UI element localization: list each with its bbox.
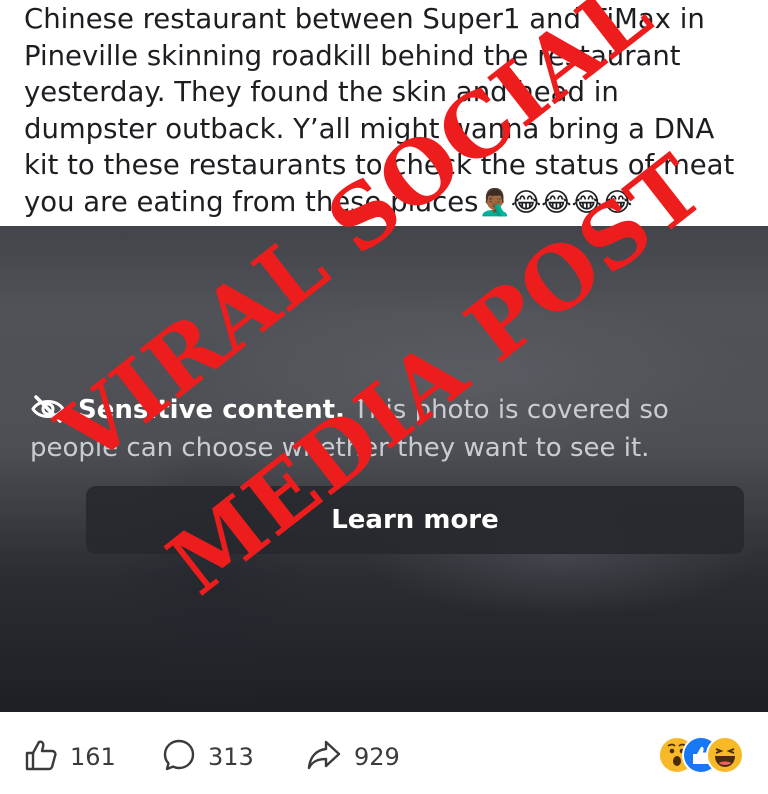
sensitive-content-notice: Sensitive content. This photo is covered… (30, 391, 750, 467)
haha-icon (706, 736, 744, 774)
eye-slash-icon (30, 394, 66, 424)
share-button[interactable]: 929 (306, 738, 400, 776)
comment-button[interactable]: 313 (162, 738, 254, 776)
comment-count: 313 (208, 743, 254, 771)
emoji-row: 🤦🏾‍♂️😂😂😂😂 (478, 187, 633, 218)
post-text: Chinese restaurant between Super1 and Tj… (24, 0, 754, 221)
learn-more-button[interactable]: Learn more (86, 486, 744, 554)
post-action-bar: 161 313 929 (0, 712, 768, 794)
share-arrow-icon (306, 738, 342, 776)
like-count: 161 (70, 743, 116, 771)
comment-icon (162, 738, 196, 776)
share-count: 929 (354, 743, 400, 771)
like-button[interactable]: 161 (24, 738, 116, 776)
post-body: Chinese restaurant between Super1 and Tj… (24, 3, 735, 218)
thumbs-up-icon (24, 738, 58, 776)
reaction-summary[interactable] (658, 736, 744, 776)
covered-photo[interactable] (0, 226, 768, 712)
sensitive-title: Sensitive content. (78, 395, 345, 425)
